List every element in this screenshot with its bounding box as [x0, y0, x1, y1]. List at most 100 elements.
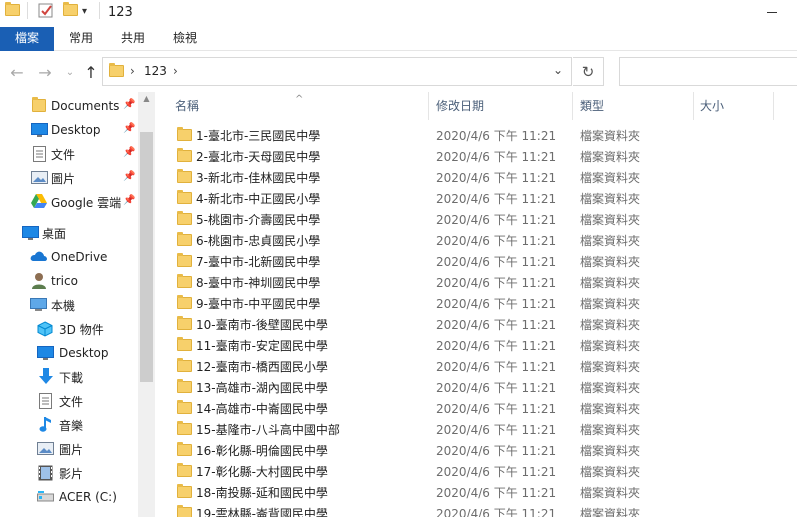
folder-icon — [177, 274, 192, 291]
breadcrumb-separator-icon[interactable]: › — [130, 64, 135, 78]
table-row[interactable]: 7-臺中市-北新國民中學 2020/4/6 下午 11:21 檔案資料夾 — [155, 250, 797, 271]
table-row[interactable]: 19-雲林縣-崙背國民中學 2020/4/6 下午 11:21 檔案資料夾 — [155, 502, 797, 517]
file-type: 檔案資料夾 — [580, 423, 641, 437]
scrollbar-thumb[interactable] — [140, 132, 153, 382]
file-modified: 2020/4/6 下午 11:21 — [436, 507, 557, 517]
folder-icon — [109, 63, 124, 80]
sidebar-item-desktop-root[interactable]: 桌面 — [0, 222, 138, 244]
folder-icon[interactable] — [5, 2, 20, 19]
document-icon — [39, 393, 55, 409]
search-input[interactable] — [619, 57, 797, 86]
tab-view[interactable]: 檢視 — [164, 27, 206, 51]
minimize-icon[interactable] — [757, 1, 791, 23]
table-row[interactable]: 16-彰化縣-明倫國民中學 2020/4/6 下午 11:21 檔案資料夾 — [155, 439, 797, 460]
arrow-left-icon[interactable]: ← — [8, 63, 26, 82]
table-row[interactable]: 8-臺中市-神圳國民中學 2020/4/6 下午 11:21 檔案資料夾 — [155, 271, 797, 292]
tab-home[interactable]: 常用 — [60, 27, 102, 51]
arrow-up-icon[interactable]: ↑ — [82, 63, 100, 82]
table-row[interactable]: 13-高雄市-湖內國民中學 2020/4/6 下午 11:21 檔案資料夾 — [155, 376, 797, 397]
file-type: 檔案資料夾 — [580, 129, 641, 143]
sidebar-item-drive-c[interactable]: ACER (C:) — [0, 486, 138, 508]
sidebar-item-label: 桌面 — [42, 226, 67, 241]
column-divider[interactable] — [572, 92, 573, 120]
table-row[interactable]: 5-桃園市-介壽國民中學 2020/4/6 下午 11:21 檔案資料夾 — [155, 208, 797, 229]
table-row[interactable]: 3-新北市-佳林國民中學 2020/4/6 下午 11:21 檔案資料夾 — [155, 166, 797, 187]
breadcrumb-item[interactable]: 123 — [144, 64, 167, 78]
file-type: 檔案資料夾 — [580, 444, 641, 458]
sidebar-item-videos[interactable]: 影片 — [0, 462, 138, 484]
ribbon-tabs: 檔案 常用 共用 檢視 — [0, 27, 797, 51]
folder-icon — [177, 253, 192, 270]
chevron-down-icon[interactable]: ⌄ — [553, 63, 563, 77]
sidebar-item-pictures-pinned[interactable]: 圖片 📌 — [0, 167, 138, 189]
folder-icon — [177, 295, 192, 312]
table-row[interactable]: 10-臺南市-後壁國民中學 2020/4/6 下午 11:21 檔案資料夾 — [155, 313, 797, 334]
address-bar[interactable]: › 123 › ⌄ — [102, 57, 572, 86]
sidebar-item-onedrive[interactable]: OneDrive — [0, 246, 138, 268]
table-row[interactable]: 12-臺南市-橋西國民小學 2020/4/6 下午 11:21 檔案資料夾 — [155, 355, 797, 376]
file-name: 19-雲林縣-崙背國民中學 — [196, 507, 328, 517]
sidebar-item-label: 本機 — [51, 298, 76, 313]
table-row[interactable]: 15-基隆市-八斗高中國中部 2020/4/6 下午 11:21 檔案資料夾 — [155, 418, 797, 439]
file-name: 11-臺南市-安定國民中學 — [196, 339, 328, 353]
pin-icon: 📌 — [123, 147, 136, 158]
table-row[interactable]: 11-臺南市-安定國民中學 2020/4/6 下午 11:21 檔案資料夾 — [155, 334, 797, 355]
customize-dropdown-icon[interactable]: ▾ — [82, 6, 87, 17]
column-header-name[interactable]: ^ 名稱 — [155, 92, 415, 120]
sidebar-item-desktop[interactable]: Desktop — [0, 342, 138, 364]
chevron-down-icon[interactable]: ⌄ — [61, 64, 79, 80]
folder-icon — [177, 190, 192, 207]
file-name: 16-彰化縣-明倫國民中學 — [196, 444, 328, 458]
sidebar-item-music[interactable]: 音樂 — [0, 414, 138, 436]
column-divider[interactable] — [773, 92, 774, 120]
sidebar-item-pictures[interactable]: 圖片 — [0, 438, 138, 460]
table-row[interactable]: 4-新北市-中正國民小學 2020/4/6 下午 11:21 檔案資料夾 — [155, 187, 797, 208]
sidebar-item-user[interactable]: trico — [0, 270, 138, 292]
table-row[interactable]: 2-臺北市-天母國民中學 2020/4/6 下午 11:21 檔案資料夾 — [155, 145, 797, 166]
table-row[interactable]: 18-南投縣-延和國民中學 2020/4/6 下午 11:21 檔案資料夾 — [155, 481, 797, 502]
file-type: 檔案資料夾 — [580, 297, 641, 311]
tab-share[interactable]: 共用 — [112, 27, 154, 51]
table-row[interactable]: 1-臺北市-三民國民中學 2020/4/6 下午 11:21 檔案資料夾 — [155, 124, 797, 145]
sidebar-item-label: 影片 — [59, 466, 84, 481]
column-divider[interactable] — [693, 92, 694, 120]
folder-icon — [177, 169, 192, 186]
sidebar-item-documents-zh[interactable]: 文件 📌 — [0, 143, 138, 165]
properties-checkbox-icon[interactable] — [38, 3, 54, 22]
file-type: 檔案資料夾 — [580, 381, 641, 395]
column-header-label: 名稱 — [175, 99, 200, 113]
sidebar-item-desktop-pinned[interactable]: Desktop 📌 — [0, 119, 138, 141]
table-row[interactable]: 9-臺中市-中平國民中學 2020/4/6 下午 11:21 檔案資料夾 — [155, 292, 797, 313]
file-modified: 2020/4/6 下午 11:21 — [436, 360, 557, 374]
breadcrumb-separator-icon[interactable]: › — [173, 64, 178, 78]
folder-icon — [177, 232, 192, 249]
table-row[interactable]: 17-彰化縣-大村國民中學 2020/4/6 下午 11:21 檔案資料夾 — [155, 460, 797, 481]
sidebar-item-3d-objects[interactable]: 3D 物件 — [0, 318, 138, 340]
sidebar-item-downloads[interactable]: 下載 — [0, 366, 138, 388]
sidebar-item-label: Documents — [51, 99, 120, 113]
sidebar-scrollbar[interactable]: ▲ — [138, 92, 155, 517]
column-header-modified[interactable]: 修改日期 — [436, 92, 566, 120]
file-name: 17-彰化縣-大村國民中學 — [196, 465, 328, 479]
file-name: 6-桃園市-忠貞國民小學 — [196, 234, 321, 248]
refresh-icon[interactable]: ↻ — [573, 57, 604, 86]
sidebar-item-documents[interactable]: 文件 — [0, 390, 138, 412]
new-folder-icon[interactable] — [63, 2, 78, 19]
column-header-size[interactable]: 大小 — [700, 92, 760, 120]
file-modified: 2020/4/6 下午 11:21 — [436, 402, 557, 416]
table-row[interactable]: 14-高雄市-中崙國民中學 2020/4/6 下午 11:21 檔案資料夾 — [155, 397, 797, 418]
pin-icon: 📌 — [123, 171, 136, 182]
scroll-up-icon[interactable]: ▲ — [138, 94, 155, 103]
file-list: ^ 名稱 修改日期 類型 大小 1-臺北市-三民國民中學 2020/4/6 下午 … — [155, 92, 797, 517]
sidebar-item-google-drive[interactable]: Google 雲端 📌 — [0, 191, 138, 213]
download-icon — [38, 368, 54, 384]
toolbar-divider — [99, 2, 100, 19]
arrow-right-icon[interactable]: → — [36, 63, 54, 82]
tab-file[interactable]: 檔案 — [0, 27, 54, 51]
sidebar-item-documents[interactable]: Documents 📌 — [0, 95, 138, 117]
table-row[interactable]: 6-桃園市-忠貞國民小學 2020/4/6 下午 11:21 檔案資料夾 — [155, 229, 797, 250]
file-name: 8-臺中市-神圳國民中學 — [196, 276, 321, 290]
column-divider[interactable] — [428, 92, 429, 120]
column-header-type[interactable]: 類型 — [580, 92, 680, 120]
sidebar-item-this-pc[interactable]: 本機 — [0, 294, 138, 316]
